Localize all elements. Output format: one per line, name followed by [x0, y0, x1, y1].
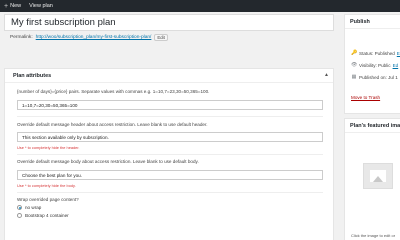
days-prices-label: {number of days}={price} pairs. Separate… [17, 89, 210, 94]
divider [17, 116, 323, 117]
featured-image-box: Plan's featured image Click the image to… [344, 118, 400, 240]
status-label: Status: Published [359, 50, 395, 56]
body-message-hint: Use * to completely hide the body. [17, 183, 76, 188]
visibility-edit-link[interactable]: Ed [393, 63, 399, 68]
view-plan-link[interactable]: View plan [29, 3, 53, 9]
plan-attributes-title: Plan attributes [13, 73, 52, 79]
plan-attributes-box: Plan attributes ▲ {number of days}={pric… [4, 68, 334, 240]
calendar-icon: ▦ [351, 74, 357, 80]
radio-label: Bootstrap 4 container [25, 213, 69, 218]
permalink-url[interactable]: http://woo/subscription_plan/my-first-su… [36, 35, 152, 40]
featured-image-caption: Click the image to edit or [351, 233, 396, 238]
move-to-trash-link[interactable]: Move to Trash [351, 95, 380, 100]
body-message-input[interactable]: Choose the best plan for you. [17, 170, 323, 180]
plan-attributes-header[interactable]: Plan attributes ▲ [5, 69, 333, 83]
header-message-input[interactable]: This section available only by subscript… [17, 132, 323, 142]
divider [17, 192, 323, 193]
radio-button[interactable] [17, 205, 22, 210]
publish-box: Publish 🔑 Status: Published Ed 👁 Visibil… [344, 14, 400, 114]
publish-header[interactable]: Publish [345, 15, 400, 29]
radio-button[interactable] [17, 213, 22, 218]
featured-image[interactable] [363, 163, 393, 189]
divider [17, 154, 323, 155]
wrap-option-no-wrap[interactable]: no wrap [17, 205, 41, 210]
title-input[interactable]: My first subscription plan [4, 14, 334, 31]
status-row: 🔑 Status: Published Ed [351, 50, 400, 56]
new-label: New [10, 3, 22, 9]
permalink-label: Permalink: [10, 35, 33, 40]
key-icon: 🔑 [351, 50, 358, 56]
header-message-label: Override default message header about ac… [17, 122, 208, 127]
collapse-icon[interactable]: ▲ [324, 72, 329, 78]
wrap-label: Wrap overrided page content? [17, 197, 79, 202]
header-message-hint: Use * to completely hide the header. [17, 145, 80, 150]
published-label: Published on: Jul 1 [359, 74, 398, 80]
visibility-row: 👁 Visibility: Public Ed [351, 62, 398, 68]
featured-image-header[interactable]: Plan's featured image [345, 119, 400, 133]
permalink: Permalink: http://woo/subscription_plan/… [10, 34, 168, 41]
eye-icon: 👁 [351, 62, 358, 68]
permalink-edit-button[interactable]: Edit [154, 34, 168, 41]
wrap-option-bootstrap[interactable]: Bootstrap 4 container [17, 213, 69, 218]
new-menu[interactable]: + New [4, 3, 21, 10]
body-message-label: Override default message body about acce… [17, 159, 199, 164]
visibility-label: Visibility: Public [359, 62, 391, 68]
days-prices-input[interactable]: 1=10,7=20,30=50,365=100 [17, 100, 323, 110]
plus-icon: + [4, 2, 9, 10]
published-row: ▦ Published on: Jul 1 [351, 74, 398, 80]
radio-label: no wrap [25, 205, 42, 210]
admin-bar: + New View plan [0, 0, 400, 12]
view-plan-label: View plan [29, 3, 53, 9]
